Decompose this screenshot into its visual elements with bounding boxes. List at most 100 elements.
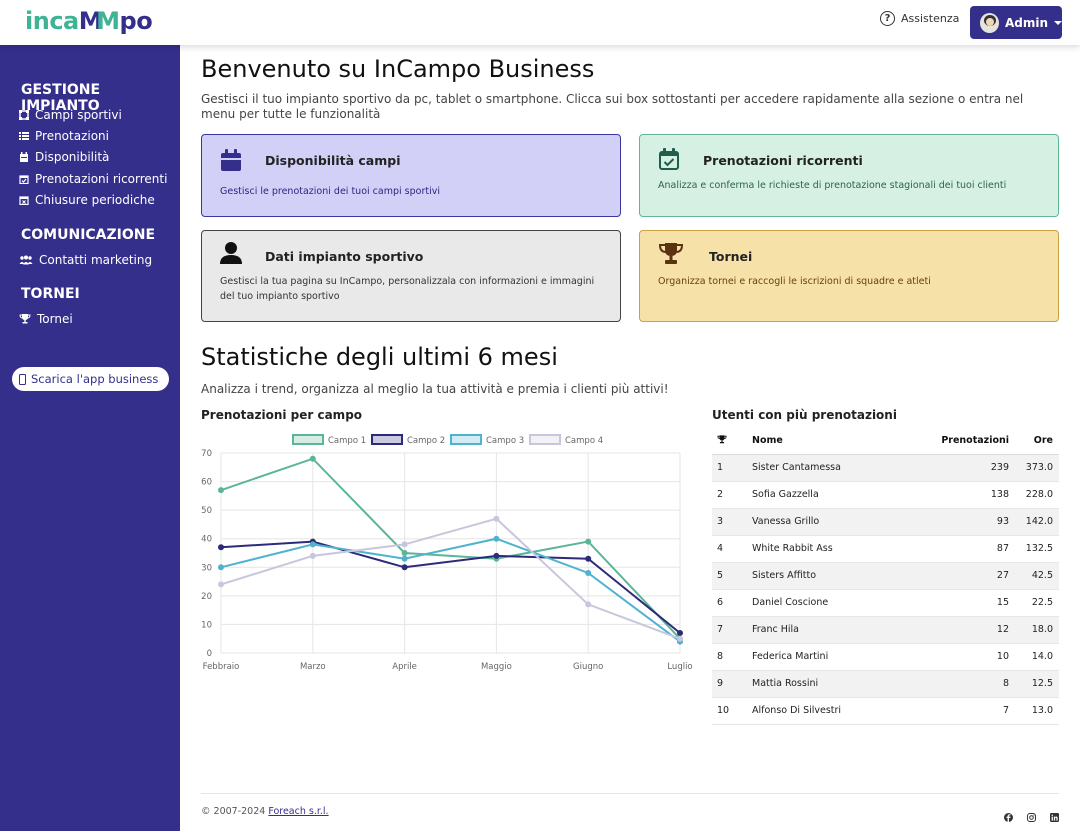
table-row: 4 White Rabbit Ass 87 132.5	[712, 535, 1059, 563]
bookings-cell: 15	[912, 589, 1009, 617]
social-links	[1004, 807, 1059, 822]
data-point	[585, 538, 592, 545]
card-tornei[interactable]: Tornei Organizza tornei e raccogli le is…	[639, 230, 1059, 322]
top-users-table: Nome Prenotazioni Ore 1 Sister Cantamessa…	[712, 428, 1059, 725]
name-header: Nome	[752, 428, 912, 455]
card-prenotazioni-ricorrenti[interactable]: Prenotazioni ricorrenti Analizza e confe…	[639, 134, 1059, 217]
list-icon	[19, 131, 29, 141]
card-description: Gestisci la tua pagina su InCampo, perso…	[220, 276, 595, 302]
card-description: Analizza e conferma le richieste di pren…	[658, 180, 1007, 191]
sidebar-item-label: Prenotazioni ricorrenti	[35, 172, 168, 186]
company-link[interactable]: Foreach s.r.l.	[268, 806, 328, 817]
bookings-cell: 87	[912, 535, 1009, 563]
table-row: 5 Sisters Affitto 27 42.5	[712, 562, 1059, 590]
data-point	[401, 564, 408, 571]
rank-cell: 7	[712, 616, 752, 644]
table-row: 3 Vanessa Grillo 93 142.0	[712, 508, 1059, 536]
data-point	[493, 535, 500, 542]
card-title: Disponibilità campi	[265, 153, 401, 168]
users-icon	[19, 255, 33, 265]
stats-subtitle: Analizza i trend, organizza al meglio la…	[201, 382, 669, 396]
hours-header: Ore	[1009, 428, 1059, 455]
trophy-icon	[19, 314, 31, 324]
card-title: Dati impianto sportivo	[265, 249, 424, 264]
sidebar-item-tornei[interactable]: Tornei	[19, 312, 73, 326]
hours-cell: 132.5	[1009, 535, 1059, 563]
table-row: 10 Alfonso Di Silvestri 7 13.0	[712, 697, 1059, 725]
rank-cell: 4	[712, 535, 752, 563]
name-cell: Sisters Affitto	[752, 562, 912, 590]
legend-label: Campo 3	[486, 436, 524, 446]
data-point	[677, 630, 683, 636]
card-description: Organizza tornei e raccogli le iscrizion…	[658, 276, 931, 287]
x-tick-label: Luglio	[667, 662, 692, 672]
legend-swatch	[529, 434, 561, 445]
download-app-label: Scarica l'app business	[31, 372, 159, 386]
table-header-row: Nome Prenotazioni Ore	[712, 428, 1059, 455]
sidebar-item-campi-sportivi[interactable]: Campi sportivi	[19, 108, 122, 122]
page-title: Benvenuto su InCampo Business	[201, 55, 595, 83]
field-icon	[19, 110, 29, 120]
hours-cell: 13.0	[1009, 697, 1059, 725]
footer: © 2007-2024 Foreach s.r.l.	[201, 793, 1059, 831]
bookings-cell: 27	[912, 562, 1009, 590]
linkedin-icon[interactable]	[1050, 807, 1059, 822]
card-disponibilita-campi[interactable]: Disponibilità campi Gestisci le prenotaz…	[201, 134, 621, 217]
bookings-cell: 8	[912, 670, 1009, 698]
rank-cell: 10	[712, 697, 752, 725]
download-app-button[interactable]: Scarica l'app business	[12, 367, 169, 391]
sidebar-item-label: Campi sportivi	[35, 108, 122, 122]
y-tick-label: 60	[201, 478, 212, 488]
sidebar-item-label: Chiusure periodiche	[35, 193, 155, 207]
sidebar-item-contatti-marketing[interactable]: Contatti marketing	[19, 253, 152, 267]
hours-cell: 12.5	[1009, 670, 1059, 698]
data-point	[401, 550, 408, 556]
sidebar-item-prenotazioni-ricorrenti[interactable]: Prenotazioni ricorrenti	[19, 172, 167, 186]
bookings-cell: 138	[912, 481, 1009, 509]
calendar-icon	[19, 152, 29, 162]
data-point	[218, 487, 224, 494]
y-tick-label: 10	[201, 620, 212, 630]
sidebar-item-chiusure-periodiche[interactable]: Chiusure periodiche	[19, 193, 155, 207]
name-cell: Daniel Coscione	[752, 589, 912, 617]
rank-header	[712, 428, 752, 455]
calendar-check-icon	[19, 174, 29, 184]
hours-cell: 18.0	[1009, 616, 1059, 644]
sidebar-section-comunicazione: COMUNICAZIONE	[21, 227, 156, 243]
incampo-logo[interactable]: incaMMpo	[25, 7, 153, 35]
name-cell: Alfonso Di Silvestri	[752, 697, 912, 725]
data-point	[585, 601, 592, 608]
copyright-text: © 2007-2024	[201, 806, 269, 817]
calendar-check-icon	[658, 148, 680, 170]
calendar-x-icon	[19, 195, 29, 205]
sidebar-section-tornei: TORNEI	[21, 286, 80, 302]
name-cell: Sofia Gazzella	[752, 481, 912, 509]
x-tick-label: Febbraio	[203, 662, 240, 672]
help-link[interactable]: ? Assistenza	[880, 11, 959, 26]
facebook-icon[interactable]	[1004, 807, 1013, 822]
stats-title: Statistiche degli ultimi 6 mesi	[201, 343, 558, 371]
hours-cell: 22.5	[1009, 589, 1059, 617]
bookings-cell: 10	[912, 643, 1009, 671]
sidebar-item-disponibilita[interactable]: Disponibilità	[19, 150, 109, 164]
card-description: Gestisci le prenotazioni dei tuoi campi …	[220, 186, 440, 197]
admin-menu-button[interactable]: Admin	[970, 6, 1062, 39]
rank-cell: 6	[712, 589, 752, 617]
series-line-4	[220, 517, 681, 640]
instagram-icon[interactable]	[1027, 807, 1036, 822]
x-tick-label: Aprile	[392, 662, 417, 672]
legend-label: Campo 1	[328, 436, 366, 446]
data-point	[218, 544, 224, 551]
series-line-3	[220, 537, 681, 643]
top-navbar: incaMMpo ? Assistenza Admin	[0, 0, 1080, 45]
table-title: Utenti con più prenotazioni	[712, 408, 897, 422]
rank-cell: 3	[712, 508, 752, 536]
data-point	[493, 515, 500, 522]
logo-text-a: inca	[25, 7, 79, 35]
card-dati-impianto[interactable]: Dati impianto sportivo Gestisci la tua p…	[201, 230, 621, 322]
data-point	[493, 552, 500, 559]
trophy-icon	[717, 435, 727, 447]
x-tick-label: Marzo	[300, 662, 326, 672]
card-title: Tornei	[709, 249, 753, 264]
sidebar-item-prenotazioni[interactable]: Prenotazioni	[19, 129, 109, 143]
